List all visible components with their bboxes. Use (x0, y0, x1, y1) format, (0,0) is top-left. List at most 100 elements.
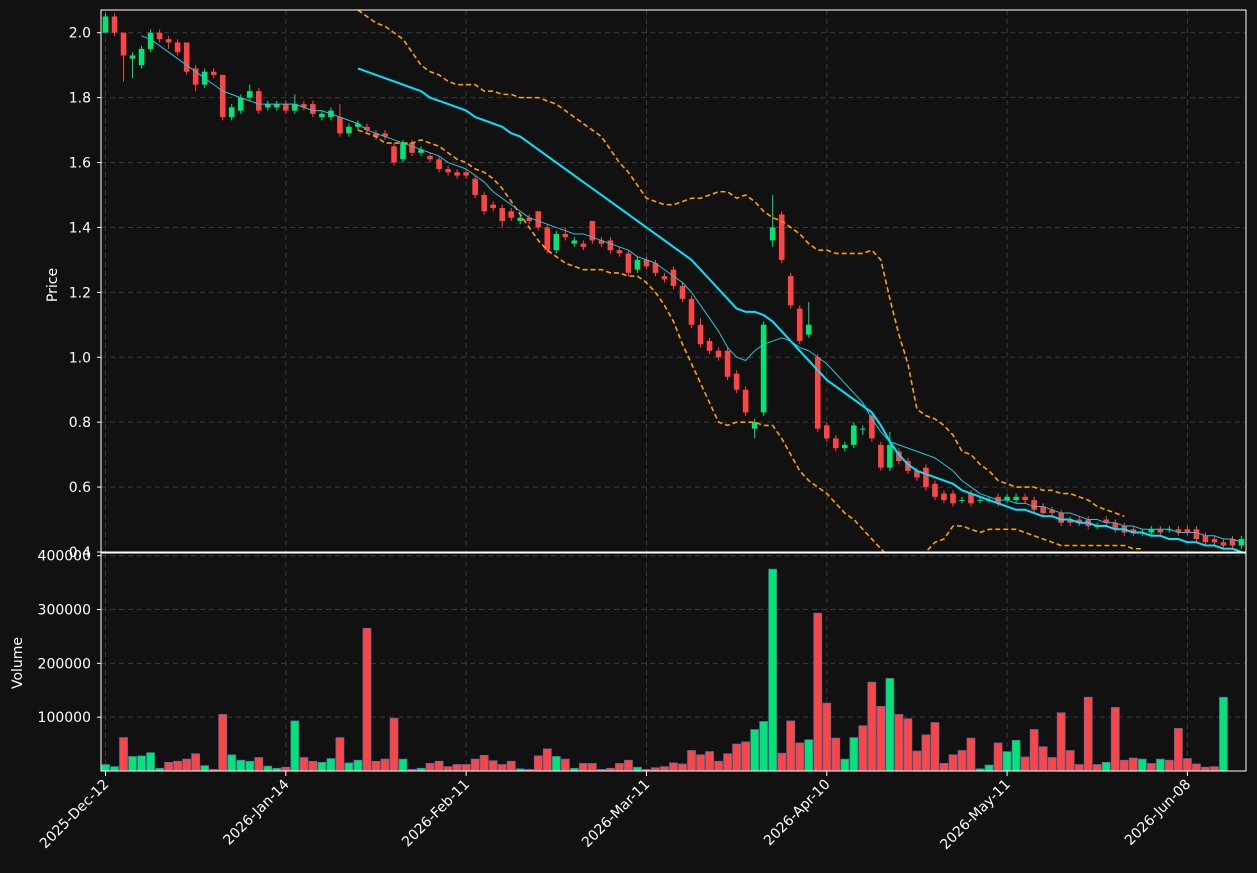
volume-bar (1047, 757, 1057, 772)
volume-bar (714, 760, 723, 772)
volume-bar (777, 752, 787, 772)
volume-bar (615, 763, 624, 772)
candle-body (1013, 496, 1019, 501)
volume-bar (218, 714, 228, 772)
volume-bar (1128, 757, 1138, 772)
volume-bar (452, 764, 462, 772)
volume-bar (362, 627, 372, 772)
candle-body (508, 211, 515, 218)
volume-bar (299, 757, 309, 772)
candle-body (697, 324, 704, 345)
volume-bar (173, 760, 183, 772)
volume-bar (1011, 739, 1021, 772)
volume-bar (434, 760, 444, 772)
volume-tick-label: 300000 (38, 603, 91, 619)
volume-bar (191, 753, 201, 772)
candle-body (156, 32, 163, 40)
volume-bar (885, 678, 895, 772)
volume-bar (804, 739, 814, 772)
candle-body (607, 240, 614, 251)
volume-bar (795, 742, 805, 772)
volume-bar (380, 758, 390, 772)
volume-bar (425, 763, 435, 772)
volume-bar (110, 766, 119, 772)
volume-bar (542, 748, 552, 772)
candle-body (832, 438, 839, 449)
volume-bar (696, 754, 705, 772)
candle-body (544, 227, 551, 251)
candle-body (102, 16, 109, 33)
price-tick-label: 0.6 (69, 480, 91, 496)
volume-bar (669, 762, 678, 772)
candle-body (923, 467, 929, 488)
candle-body (481, 194, 487, 212)
volume-bar (353, 759, 363, 772)
price-tick-label: 1.4 (69, 220, 91, 236)
volume-bar (921, 734, 931, 772)
candle-body (688, 298, 695, 325)
candle-body (1022, 496, 1028, 501)
candle-body (138, 48, 145, 66)
volume-bar (461, 764, 471, 772)
volume-bar (200, 765, 210, 772)
volume-bar (867, 681, 877, 772)
candle-body (1193, 529, 1200, 540)
candle-body (165, 39, 172, 43)
volume-bar (1201, 766, 1210, 772)
candle-body (436, 159, 442, 170)
candle-body (634, 259, 641, 270)
volume-bar (957, 750, 967, 772)
volume-bar (939, 763, 949, 772)
volume-axis-label: Volume (10, 637, 26, 689)
volume-bar (849, 737, 859, 772)
candle-body (1238, 539, 1245, 546)
volume-bar (930, 722, 940, 772)
candle-body (445, 169, 451, 173)
volume-bar (678, 763, 687, 772)
candle-body (129, 55, 136, 59)
volume-bar (984, 764, 994, 772)
volume-bar (768, 568, 778, 772)
volume-bar (822, 702, 832, 772)
candle-body (860, 428, 866, 430)
price-axis-label: Price (45, 268, 61, 302)
candle-body (283, 104, 289, 111)
volume-bar (254, 757, 264, 772)
volume-bar (660, 766, 669, 772)
volume-bar (479, 754, 489, 772)
price-tick-label: 1.8 (69, 91, 91, 107)
volume-bar (687, 750, 696, 772)
volume-bar (633, 766, 642, 772)
volume-bar (858, 725, 868, 772)
volume-bar (1065, 750, 1075, 772)
volume-bar (389, 717, 399, 772)
volume-bar (741, 741, 750, 772)
candle-body (1202, 535, 1209, 543)
candle-body (959, 500, 965, 502)
candle-body (580, 243, 587, 247)
candle-body (932, 483, 938, 497)
volume-bar (903, 718, 913, 772)
candle-body (219, 74, 226, 118)
volume-bar (1056, 712, 1066, 772)
candle-body (724, 350, 731, 377)
volume-bar (1192, 763, 1201, 772)
volume-bar (723, 753, 732, 772)
candle-body (210, 71, 217, 75)
volume-bar (1119, 759, 1129, 772)
volume-bar (1110, 707, 1120, 772)
candle-body (255, 91, 262, 111)
volume-bar (578, 763, 588, 772)
volume-bar (1092, 764, 1102, 772)
volume-bar (164, 761, 173, 772)
candle-body (409, 143, 415, 153)
price-tick-label: 2.0 (69, 26, 91, 42)
volume-bar (993, 742, 1003, 772)
candle-body (823, 425, 830, 439)
volume-bar (443, 766, 453, 772)
volume-bar (624, 759, 633, 772)
candle-body (571, 240, 578, 244)
candle-body (887, 444, 893, 468)
volume-bar (1174, 728, 1183, 772)
candle-body (472, 178, 478, 195)
